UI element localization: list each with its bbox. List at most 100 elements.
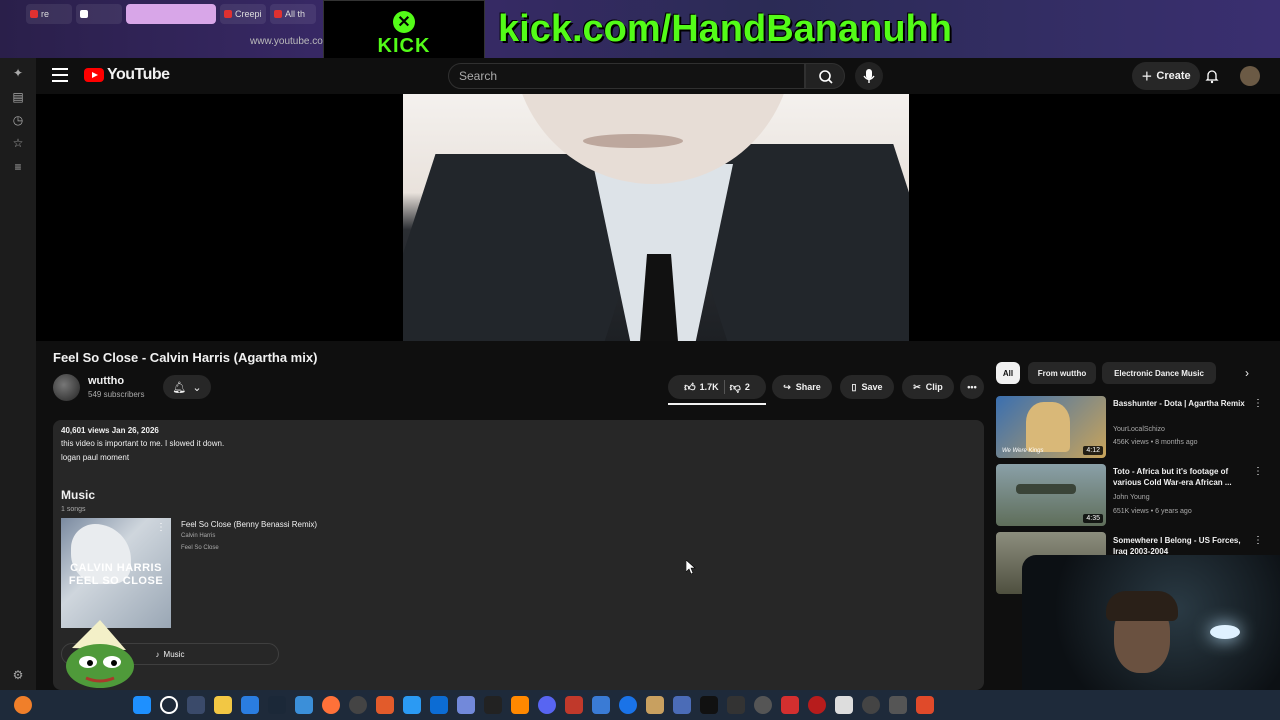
recommendation-thumbnail[interactable]: 4:35 <box>996 464 1106 526</box>
thumbs-down-icon: 👎︎ <box>729 381 741 394</box>
search-button[interactable] <box>805 63 845 89</box>
notepad-icon[interactable] <box>592 696 610 714</box>
app-icon[interactable] <box>430 696 448 714</box>
recommendation-title[interactable]: Somewhere I Belong - US Forces, Iraq 200… <box>1113 535 1245 557</box>
clip-button[interactable]: ✂ Clip <box>902 375 954 399</box>
app-icon[interactable] <box>403 696 421 714</box>
thumbnail-caption: We Were Kings <box>1002 448 1044 454</box>
tab-label: re <box>41 9 50 19</box>
kebab-menu-icon[interactable]: ⋮ <box>1253 466 1263 477</box>
create-button[interactable]: ＋ Create <box>1132 62 1200 90</box>
notifications-bell-icon[interactable] <box>1204 68 1220 84</box>
task-view-icon[interactable] <box>187 696 205 714</box>
epic-games-icon[interactable] <box>484 696 502 714</box>
share-button[interactable]: ↪ Share <box>772 375 832 399</box>
kebab-menu-icon[interactable]: ⋮ <box>1253 398 1263 409</box>
app-icon[interactable] <box>727 696 745 714</box>
app-icon[interactable] <box>646 696 664 714</box>
ai-icon[interactable]: ✦ <box>11 66 25 80</box>
settings-gear-icon[interactable]: ⚙ <box>11 668 25 682</box>
chip-from-channel[interactable]: From wuttho <box>1028 362 1096 384</box>
search-icon[interactable] <box>160 696 178 714</box>
browser-tab[interactable]: All th <box>270 4 316 24</box>
windows-start-icon[interactable] <box>133 696 151 714</box>
like-dislike-group: 👍︎ 1.7K 👎︎ 2 <box>668 375 766 399</box>
history-icon[interactable]: ◷ <box>11 113 25 127</box>
kick-banner-overlay: kick.com/HandBananuhh <box>498 8 952 50</box>
like-ratio-bar <box>668 403 766 405</box>
hamburger-menu-icon[interactable] <box>52 68 68 82</box>
mouse-cursor-icon <box>686 560 696 574</box>
app-icon[interactable] <box>619 696 637 714</box>
app-icon[interactable] <box>781 696 799 714</box>
create-label: Create <box>1156 70 1191 82</box>
reader-icon[interactable]: ▤ <box>11 90 25 104</box>
youtube-logo[interactable]: YouTube <box>84 66 170 84</box>
discord-icon[interactable] <box>538 696 556 714</box>
notes-icon[interactable]: ≡ <box>11 160 25 174</box>
tab-label: Creepi <box>235 9 262 19</box>
album-art-text: CALVIN HARRIS <box>70 562 162 574</box>
dislike-button[interactable]: 👎︎ 2 <box>730 381 750 394</box>
app-icon[interactable] <box>376 696 394 714</box>
recommendation-thumbnail[interactable]: We Were Kings 4:12 <box>996 396 1106 458</box>
app-icon[interactable] <box>808 696 826 714</box>
webcam-person <box>1106 591 1178 621</box>
windows-taskbar <box>0 690 1280 720</box>
thumbnail-image <box>1016 484 1076 494</box>
album-art[interactable]: CALVIN HARRIS FEEL SO CLOSE <box>61 518 171 628</box>
app-icon[interactable] <box>889 696 907 714</box>
account-avatar[interactable] <box>1240 66 1260 86</box>
bookmark-icon[interactable]: ☆ <box>11 136 25 150</box>
recommendation-title[interactable]: Toto - Africa but it's footage of variou… <box>1113 466 1245 488</box>
song-artist: Calvin Harris <box>181 533 216 539</box>
more-actions-button[interactable]: ••• <box>960 375 984 399</box>
search-icon <box>819 70 833 84</box>
kebab-menu-icon[interactable]: ⋮ <box>1253 535 1263 546</box>
recommendation-channel[interactable]: John Young <box>1113 494 1150 501</box>
chip-all[interactable]: All <box>996 362 1020 384</box>
like-button[interactable]: 👍︎ 1.7K <box>684 381 719 394</box>
search-input[interactable]: Search <box>448 63 805 89</box>
kick-logo-text: KICK <box>377 34 431 57</box>
app-icon[interactable] <box>916 696 934 714</box>
app-icon[interactable] <box>754 696 772 714</box>
app-icon[interactable] <box>565 696 583 714</box>
recommendation-title[interactable]: Basshunter - Dota | Agartha Remix <box>1113 398 1245 409</box>
file-explorer-icon[interactable] <box>214 696 232 714</box>
app-icon[interactable] <box>457 696 475 714</box>
tiktok-icon[interactable] <box>700 696 718 714</box>
song-title[interactable]: Feel So Close (Benny Benassi Remix) <box>181 520 317 529</box>
youtube-play-icon <box>84 68 104 82</box>
thumbnail-image <box>1026 402 1070 452</box>
browser-tab[interactable]: Creepi <box>220 4 266 24</box>
browser-tab[interactable]: re <box>26 4 72 24</box>
document-icon[interactable] <box>835 696 853 714</box>
address-bar[interactable]: www.youtube.com <box>250 36 331 52</box>
browser-tab[interactable] <box>76 4 122 24</box>
firefox-icon[interactable] <box>322 696 340 714</box>
kebab-menu-icon[interactable]: ⋮ <box>156 522 166 533</box>
store-icon[interactable] <box>241 696 259 714</box>
video-frame[interactable] <box>403 94 909 341</box>
recommendation-meta: 456K views • 8 months ago <box>1113 439 1198 446</box>
channel-name[interactable]: wuttho <box>88 375 124 387</box>
subscription-notifications-button[interactable]: 🔔︎ ⌄ <box>163 375 211 399</box>
mail-icon[interactable] <box>295 696 313 714</box>
share-icon: ↪ <box>783 381 791 392</box>
chevron-right-icon[interactable]: › <box>1238 364 1256 382</box>
steam-icon[interactable] <box>268 696 286 714</box>
app-icon[interactable] <box>862 696 880 714</box>
browser-tab[interactable] <box>126 4 216 24</box>
app-icon[interactable] <box>673 696 691 714</box>
voice-search-button[interactable] <box>855 62 883 90</box>
app-icon[interactable] <box>14 696 32 714</box>
obs-icon[interactable] <box>349 696 367 714</box>
scissors-icon: ✂ <box>913 381 921 392</box>
recommendation-channel[interactable]: YourLocalSchizo <box>1113 426 1165 433</box>
vlc-icon[interactable] <box>511 696 529 714</box>
chip-electronic-dance-music[interactable]: Electronic Dance Music <box>1102 362 1216 384</box>
clip-label: Clip <box>925 382 943 392</box>
save-button[interactable]: ▯ Save <box>840 375 894 399</box>
channel-avatar[interactable] <box>53 374 80 401</box>
